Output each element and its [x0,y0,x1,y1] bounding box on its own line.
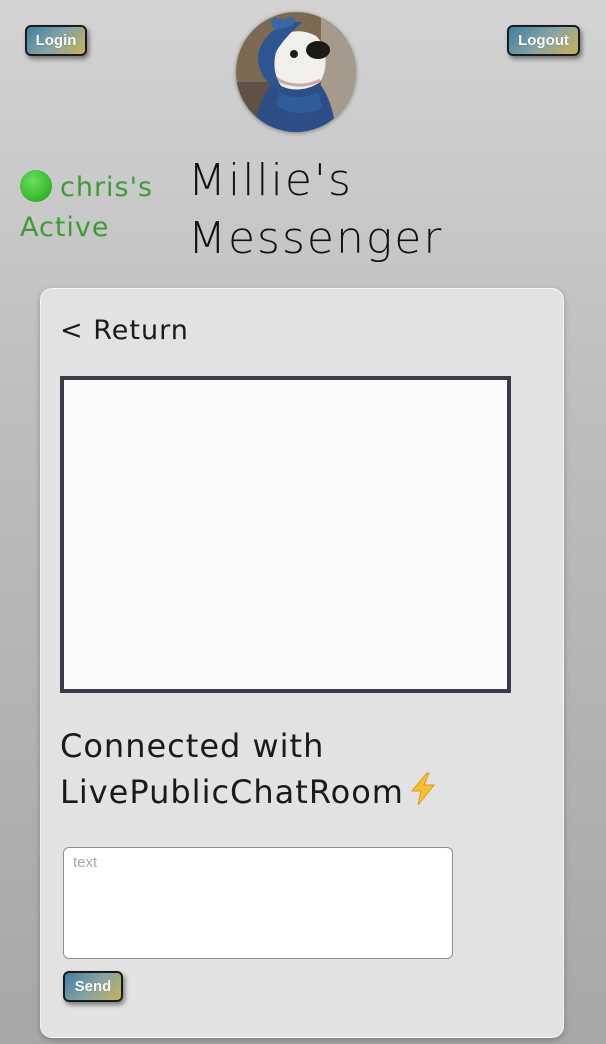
app-title-line1: Millie's [188,155,353,206]
chat-messages-area[interactable] [60,376,511,693]
message-input[interactable] [63,847,453,959]
dog-avatar-image [236,12,356,132]
return-link[interactable]: < Return [60,315,189,346]
avatar [236,12,356,132]
logout-button[interactable]: Logout [507,25,580,56]
app-title-line2: Messenger [188,213,444,264]
login-button[interactable]: Login [25,25,87,56]
app-title: Millie's Messenger [188,152,443,268]
room-name: LivePublicChatRoom [60,773,404,811]
connection-status: Connected with LivePublicChatRoom [60,723,438,818]
status-label: Active [20,212,110,243]
user-name: chris's [60,172,154,203]
chat-card: < Return Connected with LivePublicChatRo… [40,288,564,1038]
user-status: chris's Active [20,168,153,248]
connected-line1: Connected with [60,727,325,765]
send-button[interactable]: Send [63,971,123,1002]
lightning-bolt-icon [408,772,438,818]
online-status-dot-icon [20,170,52,202]
